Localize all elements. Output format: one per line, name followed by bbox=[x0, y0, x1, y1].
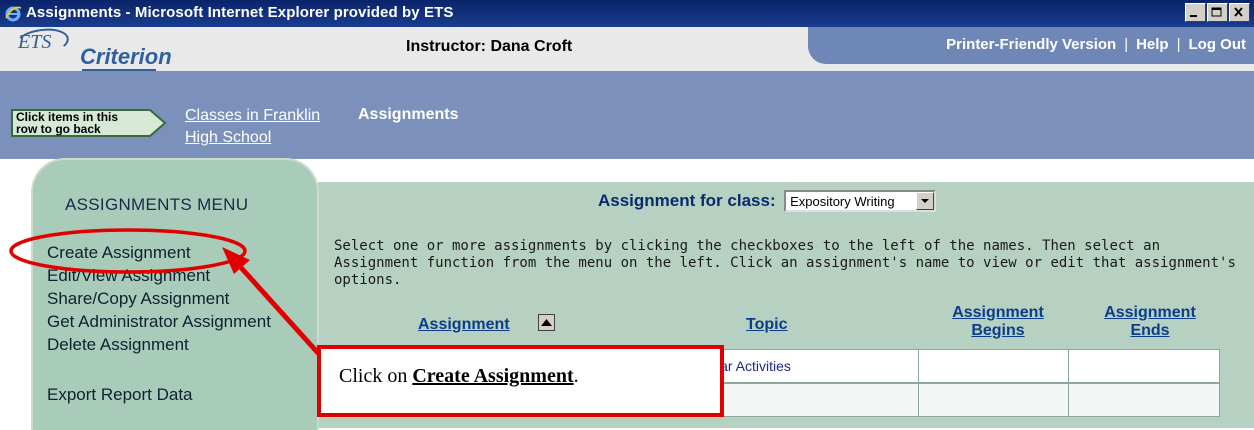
menu-item-share-copy-assignment[interactable]: Share/Copy Assignment bbox=[47, 289, 229, 309]
column-header-assignment[interactable]: Assignment bbox=[418, 316, 510, 334]
menu-item-delete-assignment[interactable]: Delete Assignment bbox=[47, 335, 189, 355]
column-header-topic[interactable]: Topic bbox=[746, 316, 787, 334]
minimize-button[interactable] bbox=[1185, 3, 1206, 22]
menu-item-create-assignment[interactable]: Create Assignment bbox=[47, 243, 191, 263]
class-select[interactable]: Expository Writing bbox=[784, 190, 937, 212]
help-link[interactable]: Help bbox=[1136, 36, 1169, 53]
table-cell-ends bbox=[1068, 383, 1220, 417]
table-cell-ends bbox=[1068, 349, 1220, 383]
callout-suffix: . bbox=[573, 365, 579, 387]
breadcrumb-current: Assignments bbox=[358, 106, 459, 123]
maximize-button[interactable] bbox=[1207, 3, 1228, 22]
callout-prefix: Click on bbox=[339, 365, 413, 387]
class-select-value: Expository Writing bbox=[790, 194, 895, 209]
breadcrumb-classes-link[interactable]: Classes in Franklin High School bbox=[185, 105, 330, 149]
window-title: Assignments - Microsoft Internet Explore… bbox=[26, 4, 454, 21]
assignments-menu: ASSIGNMENTS MENU Create Assignment Edit/… bbox=[31, 158, 319, 430]
top-nav: Printer-Friendly Version | Help | Log Out bbox=[808, 27, 1254, 64]
instructor-name: Instructor: Dana Croft bbox=[406, 38, 573, 55]
nav-separator: | bbox=[1176, 36, 1181, 53]
close-button[interactable] bbox=[1229, 3, 1250, 22]
table-cell-topic bbox=[700, 383, 920, 417]
minimize-icon bbox=[1190, 15, 1197, 17]
maximize-icon bbox=[1211, 7, 1222, 17]
back-hint-arrow: Click items in this row to go back bbox=[10, 108, 168, 138]
table-cell-begins bbox=[918, 383, 1070, 417]
nav-separator: | bbox=[1124, 36, 1129, 53]
instructions-text: Select one or more assignments by clicki… bbox=[334, 238, 1236, 288]
back-hint-text: Click items in this row to go back bbox=[16, 110, 119, 136]
app-header: ETS Criterion Instructor: Dana Croft Pri… bbox=[0, 25, 1254, 71]
class-selector-label: Assignment for class: bbox=[598, 191, 776, 210]
callout-emphasis: Create Assignment bbox=[412, 365, 574, 387]
ets-logo-text: ETS bbox=[18, 31, 52, 53]
close-icon bbox=[1234, 7, 1243, 17]
menu-item-get-administrator-assignment[interactable]: Get Administrator Assignment bbox=[47, 312, 271, 332]
chevron-down-icon bbox=[921, 199, 930, 203]
logout-link[interactable]: Log Out bbox=[1189, 36, 1246, 53]
class-selector-row: Assignment for class: Expository Writing bbox=[598, 190, 937, 212]
instruction-callout: Click on Create Assignment. bbox=[317, 345, 724, 417]
menu-heading: ASSIGNMENTS MENU bbox=[65, 195, 249, 214]
table-row-topic-text[interactable]: lar Activities bbox=[717, 358, 791, 374]
column-header-assignment-begins[interactable]: Assignment Begins bbox=[928, 304, 1068, 340]
printer-friendly-link[interactable]: Printer-Friendly Version bbox=[946, 36, 1116, 53]
menu-item-edit-view-assignment[interactable]: Edit/View Assignment bbox=[47, 266, 210, 286]
table-cell-begins bbox=[918, 349, 1070, 383]
dropdown-button[interactable] bbox=[916, 192, 935, 210]
criterion-logo: ETS Criterion bbox=[13, 25, 188, 71]
breadcrumb: Click items in this row to go back Class… bbox=[0, 71, 1254, 159]
sort-ascending-icon[interactable] bbox=[538, 314, 556, 332]
criterion-logo-text: Criterion bbox=[80, 44, 172, 69]
ie-icon bbox=[5, 6, 22, 22]
menu-item-export-report-data[interactable]: Export Report Data bbox=[47, 385, 193, 405]
window-title-bar: Assignments - Microsoft Internet Explore… bbox=[0, 0, 1254, 27]
column-header-assignment-ends[interactable]: Assignment Ends bbox=[1080, 304, 1220, 340]
